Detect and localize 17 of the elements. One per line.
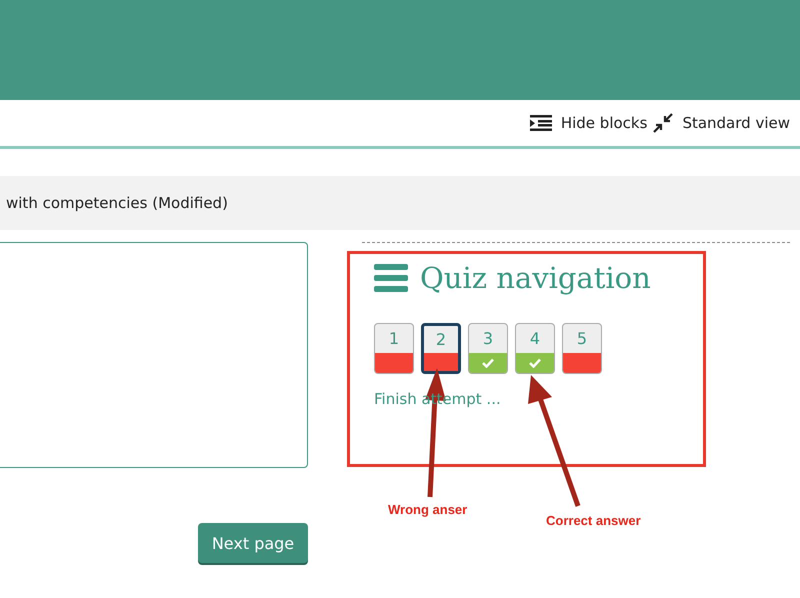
annotation-label: Correct answer — [546, 513, 641, 528]
check-icon — [529, 358, 541, 368]
question-button[interactable]: 2 — [421, 323, 461, 374]
indent-icon — [530, 114, 552, 132]
quiz-navigation-title: Quiz navigation — [420, 261, 651, 295]
standard-view-button[interactable]: Standard view — [653, 113, 790, 133]
hide-blocks-button[interactable]: Hide blocks — [530, 114, 648, 132]
collapse-arrows-icon — [653, 113, 674, 133]
question-button[interactable]: 1 — [374, 323, 414, 374]
next-page-button[interactable]: Next page — [198, 523, 308, 563]
check-icon — [482, 358, 494, 368]
menu-icon — [374, 264, 408, 292]
question-button[interactable]: 4 — [515, 323, 555, 374]
question-button[interactable]: 5 — [562, 323, 602, 374]
question-button[interactable]: 3 — [468, 323, 508, 374]
page-heading: with competencies (Modified) — [6, 194, 228, 212]
annotation-label: Wrong anser — [388, 502, 468, 517]
